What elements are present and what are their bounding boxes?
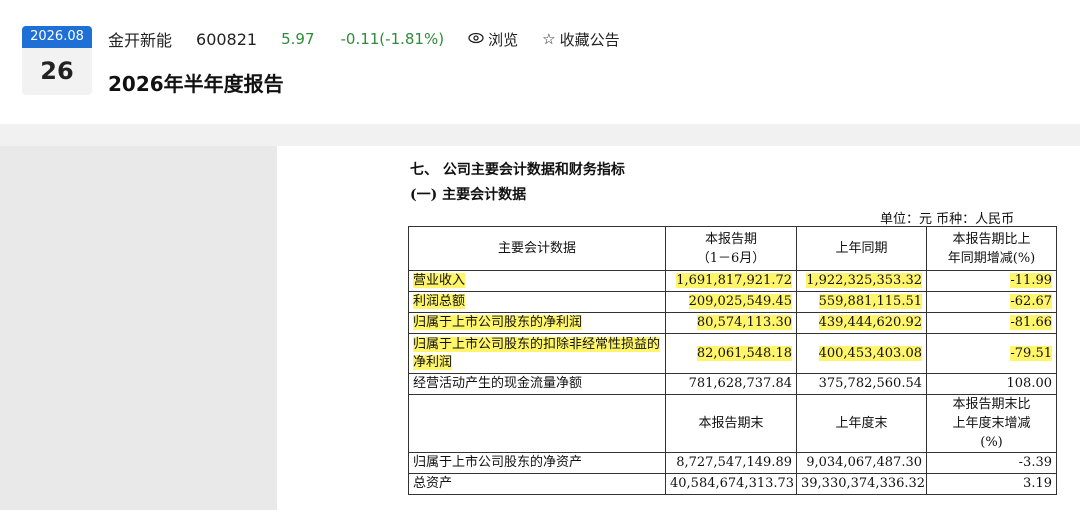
current-value: 8,727,547,149.89 <box>665 452 797 474</box>
header-divider-band <box>0 124 1080 146</box>
stock-price: 5.97 <box>281 30 315 48</box>
row-label: 经营活动产生的现金流量净额 <box>408 373 666 395</box>
report-header: 2026.08 26 金开新能 600821 5.97 -0.11(-1.81%… <box>0 0 1080 124</box>
change-pct: 108.00 <box>926 373 1057 395</box>
unit-note: 单位：元 币种：人民币 <box>880 212 1015 227</box>
header-cell: 上年同期 <box>796 226 927 271</box>
accounting-data-table: 主要会计数据 本报告期 （1－6月） 上年同期 本报告期比上 年同期增减(%) … <box>408 226 1057 495</box>
table-row: 营业收入 1,691,817,921.72 1,922,325,353.32 -… <box>408 270 1057 292</box>
current-value: 40,584,674,313.73 <box>665 473 797 495</box>
previous-value: 1,922,325,353.32 <box>796 270 927 292</box>
sub-section-title: (一) 主要会计数据 <box>410 187 527 203</box>
previous-value: 375,782,560.54 <box>796 373 927 395</box>
date-day: 26 <box>40 57 74 85</box>
header-cell: 本报告期比上 年同期增减(%) <box>926 226 1057 271</box>
browse-button[interactable]: 浏览 <box>468 29 518 50</box>
change-pct: -62.67 <box>926 291 1057 313</box>
favorite-label: 收藏公告 <box>559 30 620 49</box>
report-title: 2026年半年度报告 <box>108 72 284 96</box>
table-row: 经营活动产生的现金流量净额 781,628,737.84 375,782,560… <box>408 373 1057 395</box>
header-cell: 本报告期末 <box>665 394 797 453</box>
current-value: 80,574,113.30 <box>665 312 797 334</box>
left-side-panel <box>0 146 277 510</box>
star-icon: ☆ <box>542 30 556 48</box>
table-row: 归属于上市公司股东的扣除非经常性损益的净利润 82,061,548.18 400… <box>408 333 1057 374</box>
current-value: 209,025,549.45 <box>665 291 797 313</box>
browse-label: 浏览 <box>488 30 519 49</box>
row-label: 归属于上市公司股东的净资产 <box>408 452 666 474</box>
change-pct: -79.51 <box>926 333 1057 374</box>
change-pct: -11.99 <box>926 270 1057 292</box>
previous-value: 39,330,374,336.32 <box>796 473 927 495</box>
row-label: 归属于上市公司股东的净利润 <box>408 312 666 334</box>
table-row: 利润总额 209,025,549.45 559,881,115.51 -62.6… <box>408 291 1057 313</box>
header-line: 年同期增减(%) <box>947 250 1036 266</box>
table-row: 归属于上市公司股东的净资产 8,727,547,149.89 9,034,067… <box>408 452 1057 474</box>
header-cell <box>408 394 666 453</box>
table-row: 总资产 40,584,674,313.73 39,330,374,336.32 … <box>408 473 1057 495</box>
eye-icon <box>468 30 484 48</box>
table-row: 归属于上市公司股东的净利润 80,574,113.30 439,444,620.… <box>408 312 1057 334</box>
header-cell: 本报告期 （1－6月） <box>665 226 797 271</box>
table-subheader-row: 本报告期末 上年度末 本报告期末比 上年度末增减 (%) <box>408 394 1057 453</box>
header-line: 本报告期 <box>704 231 757 247</box>
row-label: 总资产 <box>408 473 666 495</box>
favorite-button[interactable]: ☆ 收藏公告 <box>542 29 619 50</box>
header-cell: 主要会计数据 <box>408 226 666 271</box>
previous-value: 559,881,115.51 <box>796 291 927 313</box>
header-cell: 本报告期末比 上年度末增减 (%) <box>926 394 1057 453</box>
header-cell: 上年度末 <box>796 394 927 453</box>
stock-code: 600821 <box>196 29 258 49</box>
previous-value: 400,453,403.08 <box>796 333 927 374</box>
date-month: 2026.08 <box>22 26 92 48</box>
header-line: 上年度末增减 <box>952 416 1031 431</box>
previous-value: 9,034,067,487.30 <box>796 452 927 474</box>
row-label: 营业收入 <box>408 270 666 292</box>
current-value: 82,061,548.18 <box>665 333 797 374</box>
table-header-row: 主要会计数据 本报告期 （1－6月） 上年同期 本报告期比上 年同期增减(%) <box>408 226 1057 271</box>
header-line: (%) <box>980 435 1003 450</box>
stock-info-row: 金开新能 600821 5.97 -0.11(-1.81%) 浏览 ☆ 收藏公告 <box>108 27 644 51</box>
header-line: 本报告期末比 <box>952 397 1031 412</box>
date-badge: 2026.08 26 <box>22 26 92 95</box>
current-value: 781,628,737.84 <box>665 373 797 395</box>
change-pct: -81.66 <box>926 312 1057 334</box>
current-value: 1,691,817,921.72 <box>665 270 797 292</box>
header-line: 本报告期比上 <box>952 231 1031 247</box>
section-title: 七、 公司主要会计数据和财务指标 <box>410 162 625 178</box>
stock-change: -0.11(-1.81%) <box>340 30 445 48</box>
row-label: 利润总额 <box>408 291 666 313</box>
change-pct: 3.19 <box>926 473 1057 495</box>
stock-name-link[interactable]: 金开新能 <box>108 27 172 51</box>
row-label: 归属于上市公司股东的扣除非经常性损益的净利润 <box>408 333 666 374</box>
header-line: （1－6月） <box>696 250 766 266</box>
previous-value: 439,444,620.92 <box>796 312 927 334</box>
change-pct: -3.39 <box>926 452 1057 474</box>
